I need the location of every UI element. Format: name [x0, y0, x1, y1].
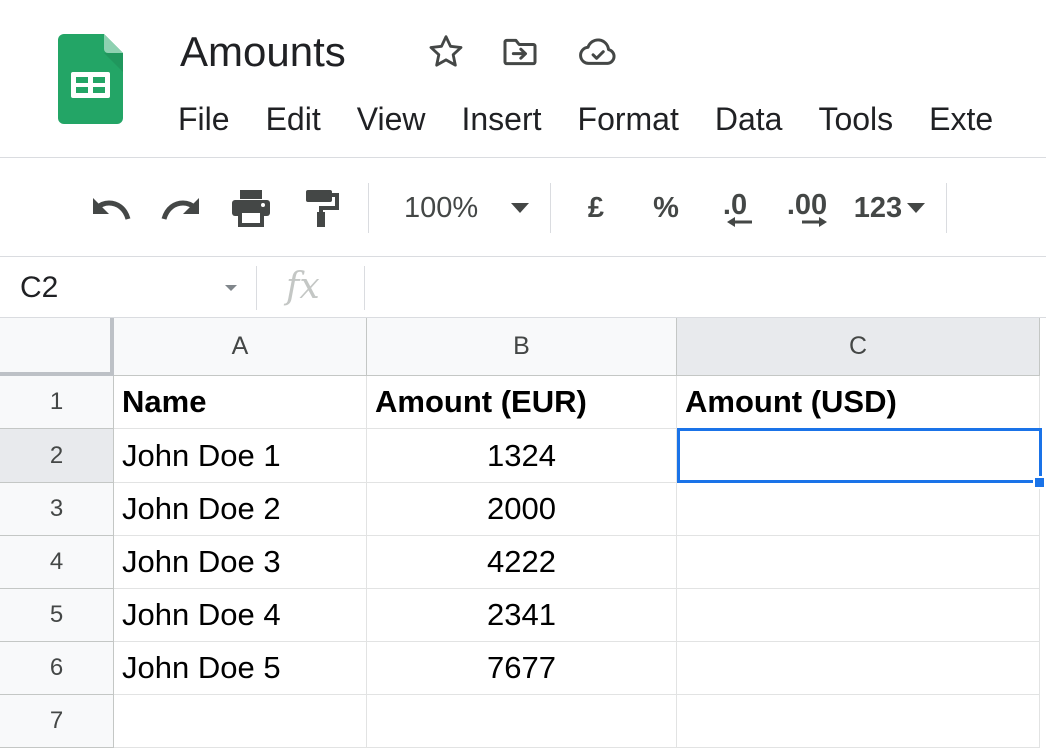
chevron-down-icon: [907, 203, 926, 213]
move-to-folder-icon[interactable]: [498, 30, 542, 74]
cell-c6[interactable]: [677, 642, 1040, 695]
percent-format-button[interactable]: %: [642, 183, 690, 233]
formula-input[interactable]: [380, 258, 1040, 318]
currency-format-button[interactable]: £: [572, 183, 620, 233]
column-header-a[interactable]: A: [114, 318, 367, 376]
chevron-down-icon: [225, 285, 237, 291]
select-all-corner[interactable]: [0, 318, 114, 376]
cell-c5[interactable]: [677, 589, 1040, 642]
name-box-value: C2: [20, 271, 59, 304]
row-header-1[interactable]: 1: [0, 376, 114, 429]
menu-edit[interactable]: Edit: [248, 96, 339, 142]
menu-format[interactable]: Format: [560, 96, 697, 142]
fx-icon: fx: [286, 266, 320, 307]
menu-view[interactable]: View: [339, 96, 444, 142]
cell-a3[interactable]: John Doe 2: [114, 483, 367, 536]
row-header-6[interactable]: 6: [0, 642, 114, 695]
row-header-5[interactable]: 5: [0, 589, 114, 642]
cloud-saved-icon[interactable]: [576, 30, 620, 74]
toolbar: 100% £ % .0 .00 123: [0, 159, 1046, 257]
cell-b5[interactable]: 2341: [367, 589, 677, 642]
row-header-3[interactable]: 3: [0, 483, 114, 536]
decrease-decimal-button[interactable]: .0: [706, 183, 764, 233]
undo-icon[interactable]: [86, 183, 136, 233]
row-header-7[interactable]: 7: [0, 695, 114, 748]
zoom-select[interactable]: 100%: [388, 183, 536, 233]
arrow-left-icon: [727, 216, 752, 227]
toolbar-separator: [368, 183, 369, 233]
cell-c4[interactable]: [677, 536, 1040, 589]
formula-bar: C2 fx: [0, 258, 1046, 318]
increase-decimal-button[interactable]: .00: [776, 183, 838, 233]
menu-extensions[interactable]: Exte: [911, 96, 1011, 142]
cell-a7[interactable]: [114, 695, 367, 748]
sheets-logo-icon[interactable]: [58, 34, 123, 124]
formula-bar-separator: [256, 266, 257, 310]
number-format-select[interactable]: 123: [848, 183, 932, 233]
fill-handle[interactable]: [1033, 476, 1046, 489]
star-icon[interactable]: [424, 30, 468, 74]
cell-a1[interactable]: Name: [114, 376, 367, 429]
cell-a6[interactable]: John Doe 5: [114, 642, 367, 695]
print-icon[interactable]: [226, 183, 276, 233]
cell-b2[interactable]: 1324: [367, 429, 677, 483]
number-format-label: 123: [853, 191, 903, 224]
toolbar-separator: [946, 183, 947, 233]
cell-c1[interactable]: Amount (USD): [677, 376, 1040, 429]
cell-b1[interactable]: Amount (EUR): [367, 376, 677, 429]
cell-b3[interactable]: 2000: [367, 483, 677, 536]
cell-b6[interactable]: 7677: [367, 642, 677, 695]
arrow-right-icon: [802, 216, 827, 227]
cell-c2[interactable]: [677, 429, 1040, 483]
menu-bar: File Edit View Insert Format Data Tools …: [160, 96, 1011, 142]
menu-data[interactable]: Data: [697, 96, 801, 142]
cell-c3[interactable]: [677, 483, 1040, 536]
menu-tools[interactable]: Tools: [800, 96, 911, 142]
menu-insert[interactable]: Insert: [443, 96, 559, 142]
cell-a4[interactable]: John Doe 3: [114, 536, 367, 589]
column-header-c[interactable]: C: [677, 318, 1040, 376]
toolbar-separator: [550, 183, 551, 233]
menu-file[interactable]: File: [160, 96, 248, 142]
formula-bar-separator: [364, 266, 365, 310]
header: Amounts File Edit View Insert Format Dat…: [0, 0, 1046, 158]
column-header-b[interactable]: B: [367, 318, 677, 376]
cell-a5[interactable]: John Doe 4: [114, 589, 367, 642]
zoom-value: 100%: [404, 191, 479, 224]
cell-a2[interactable]: John Doe 1: [114, 429, 367, 483]
cell-b4[interactable]: 4222: [367, 536, 677, 589]
chevron-down-icon: [511, 203, 530, 213]
row-header-2[interactable]: 2: [0, 429, 114, 483]
redo-icon[interactable]: [156, 183, 206, 233]
cell-c7[interactable]: [677, 695, 1040, 748]
cell-b7[interactable]: [367, 695, 677, 748]
paint-format-icon[interactable]: [296, 183, 346, 233]
spreadsheet-grid: A B C 1 Name Amount (EUR) Amount (USD) 2 John Do…: [0, 318, 1046, 754]
document-title[interactable]: Amounts: [180, 26, 346, 78]
name-box[interactable]: C2: [0, 258, 256, 318]
row-header-4[interactable]: 4: [0, 536, 114, 589]
